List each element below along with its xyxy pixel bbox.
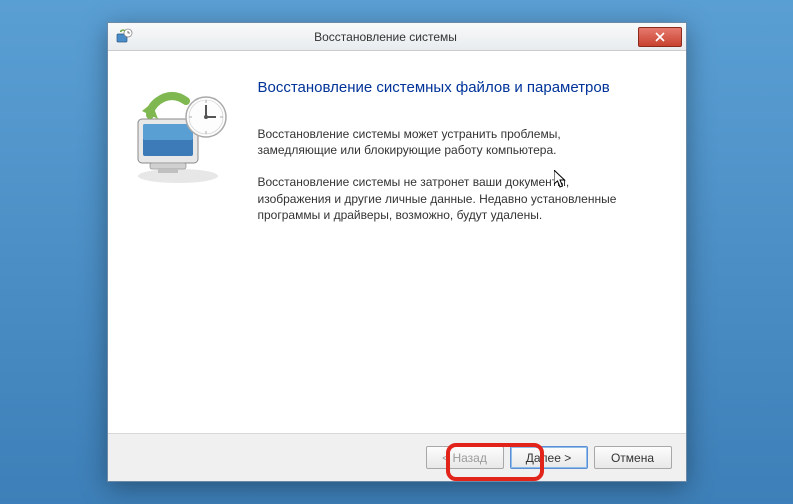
button-bar: < Назад Далее > Отмена	[108, 433, 686, 481]
titlebar: Восстановление системы	[108, 23, 686, 51]
content-area: Восстановление системных файлов и параме…	[108, 51, 686, 433]
right-pane: Восстановление системных файлов и параме…	[248, 51, 686, 433]
description-para-1: Восстановление системы может устранить п…	[258, 126, 618, 158]
next-button[interactable]: Далее >	[510, 446, 588, 469]
window-title: Восстановление системы	[134, 30, 638, 44]
system-restore-icon	[114, 27, 134, 47]
close-button[interactable]	[638, 27, 682, 47]
cancel-button[interactable]: Отмена	[594, 446, 672, 469]
description-para-2: Восстановление системы не затронет ваши …	[258, 174, 618, 223]
system-restore-window: Восстановление системы	[107, 22, 687, 482]
page-heading: Восстановление системных файлов и параме…	[258, 79, 656, 96]
left-pane	[108, 51, 248, 433]
back-button: < Назад	[426, 446, 504, 469]
restore-illustration-icon	[128, 91, 228, 181]
close-icon	[655, 32, 665, 42]
